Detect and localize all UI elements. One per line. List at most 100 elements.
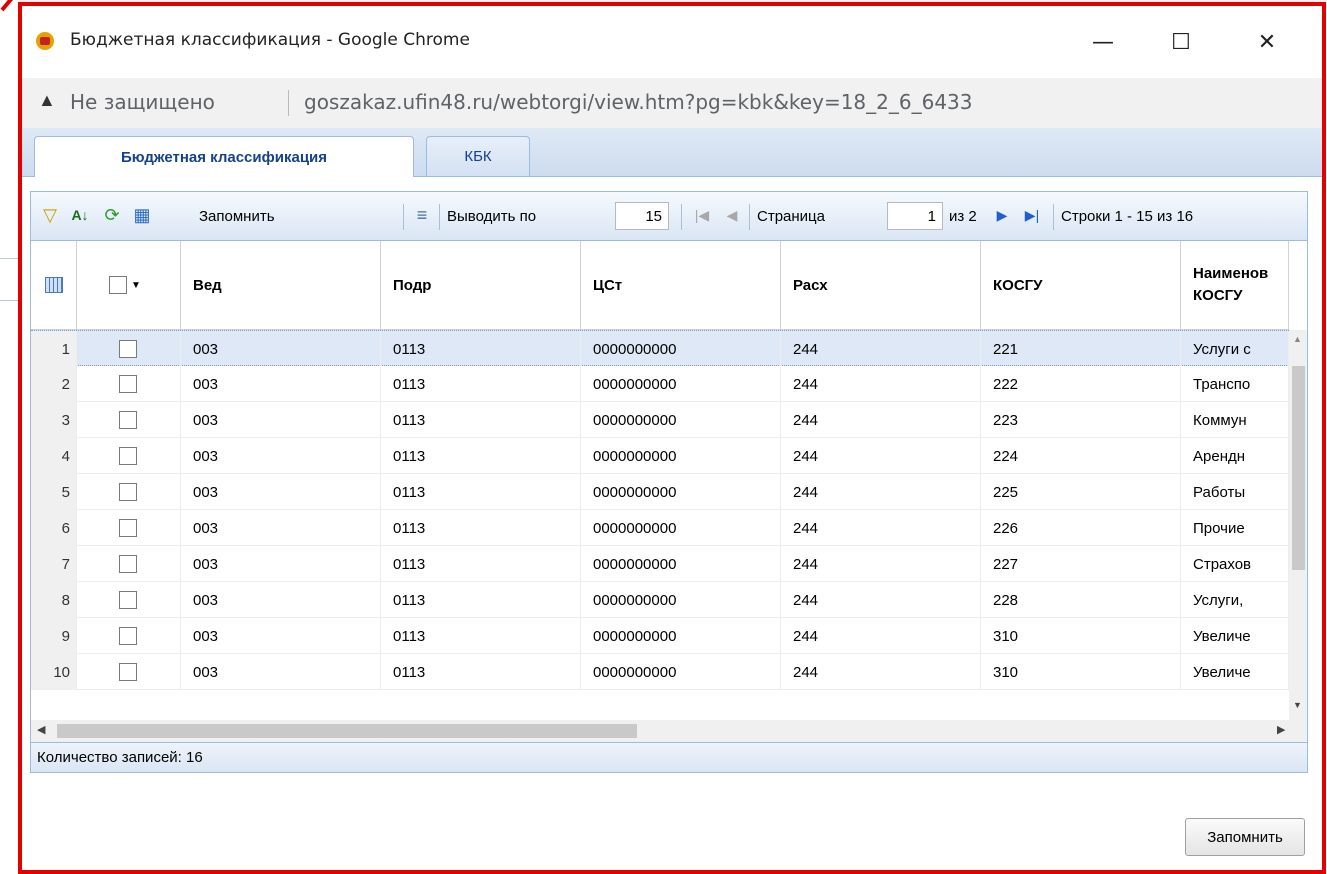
table-cell: 244 xyxy=(781,474,981,510)
row-checkbox[interactable] xyxy=(77,654,181,690)
scroll-right-icon[interactable]: ▶ xyxy=(1277,723,1285,736)
row-number: 4 xyxy=(31,438,77,474)
row-checkbox[interactable] xyxy=(77,331,181,367)
grid-panel: ▽ A↓ ⟳ ▦ Запомнить ≡ Выводить по 15 |◀ ◀… xyxy=(30,191,1308,773)
table-cell: 244 xyxy=(781,331,981,367)
vertical-scrollbar[interactable]: ▲ ▼ xyxy=(1289,330,1307,720)
row-checkbox[interactable] xyxy=(77,510,181,546)
column-header[interactable]: КОСГУ xyxy=(981,241,1181,329)
address-bar[interactable]: ▲ Не защищено goszakaz.ufin48.ru/webtorg… xyxy=(22,78,1322,129)
checkbox-icon[interactable] xyxy=(119,447,137,465)
table-row[interactable]: 8 003 0113 0000000000 244 228 Услуги, xyxy=(31,582,1289,618)
table-cell: 0113 xyxy=(381,438,581,474)
table-cell: Увеличе xyxy=(1181,654,1289,690)
row-checkbox[interactable] xyxy=(77,438,181,474)
table-row[interactable]: 5 003 0113 0000000000 244 225 Работы xyxy=(31,474,1289,510)
last-page-icon[interactable]: ▶| xyxy=(1021,204,1043,226)
save-button[interactable]: Запомнить xyxy=(1185,818,1305,856)
export-icon[interactable]: ≡ xyxy=(411,204,433,226)
checkbox-icon[interactable] xyxy=(119,411,137,429)
row-number: 9 xyxy=(31,618,77,654)
scroll-left-icon[interactable]: ◀ xyxy=(37,723,45,736)
scroll-down-icon[interactable]: ▼ xyxy=(1293,700,1302,710)
column-header[interactable]: Расх xyxy=(781,241,981,329)
column-header[interactable]: Вед xyxy=(181,241,381,329)
filter-icon[interactable]: ▽ xyxy=(39,204,61,226)
row-checkbox[interactable] xyxy=(77,474,181,510)
table-cell: Арендн xyxy=(1181,438,1289,474)
table-cell: 225 xyxy=(981,474,1181,510)
table-cell: 0113 xyxy=(381,618,581,654)
url-text[interactable]: goszakaz.ufin48.ru/webtorgi/view.htm?pg=… xyxy=(304,90,973,114)
table-row[interactable]: 1 003 0113 0000000000 244 221 Услуги с xyxy=(31,330,1289,367)
row-checkbox[interactable] xyxy=(77,402,181,438)
minimize-button[interactable]: — xyxy=(1080,20,1126,64)
refresh-icon[interactable]: ⟳ xyxy=(101,204,123,226)
table-cell: 244 xyxy=(781,654,981,690)
maximize-button[interactable]: ☐ xyxy=(1158,20,1204,64)
table-cell: 003 xyxy=(181,366,381,402)
table-cell: 244 xyxy=(781,510,981,546)
table-cell: 0113 xyxy=(381,654,581,690)
checkbox-icon[interactable] xyxy=(119,591,137,609)
table-row[interactable]: 2 003 0113 0000000000 244 222 Транспо xyxy=(31,366,1289,402)
table-row[interactable]: 10 003 0113 0000000000 244 310 Увеличе xyxy=(31,654,1289,690)
table-cell: 310 xyxy=(981,654,1181,690)
table-row[interactable]: 6 003 0113 0000000000 244 226 Прочие xyxy=(31,510,1289,546)
address-divider xyxy=(288,90,289,116)
tab-strip: Бюджетная классификация КБК xyxy=(22,128,1322,177)
toolbar-separator xyxy=(439,204,440,230)
row-checkbox[interactable] xyxy=(77,546,181,582)
table-cell: 0113 xyxy=(381,510,581,546)
table-cell: 003 xyxy=(181,510,381,546)
sort-icon[interactable]: A↓ xyxy=(69,204,91,226)
row-checkbox[interactable] xyxy=(77,582,181,618)
row-number: 1 xyxy=(31,331,77,367)
per-page-input[interactable]: 15 xyxy=(615,202,669,230)
column-header[interactable]: Подр xyxy=(381,241,581,329)
table-cell: 003 xyxy=(181,474,381,510)
table-cell: 0000000000 xyxy=(581,331,781,367)
column-header[interactable]: Наименов КОСГУ xyxy=(1181,241,1289,329)
table-cell: 0000000000 xyxy=(581,474,781,510)
row-checkbox[interactable] xyxy=(77,366,181,402)
table-cell: 0000000000 xyxy=(581,618,781,654)
vertical-scroll-thumb[interactable] xyxy=(1292,366,1305,570)
column-header[interactable]: ЦСт xyxy=(581,241,781,329)
table-row[interactable]: 3 003 0113 0000000000 244 223 Коммун xyxy=(31,402,1289,438)
select-all-checkbox[interactable]: ▼ xyxy=(77,241,181,329)
horizontal-scroll-thumb[interactable] xyxy=(57,724,637,738)
first-page-icon[interactable]: |◀ xyxy=(691,204,713,226)
table-row[interactable]: 9 003 0113 0000000000 244 310 Увеличе xyxy=(31,618,1289,654)
row-number: 5 xyxy=(31,474,77,510)
page-input[interactable]: 1 xyxy=(887,202,943,230)
toolbar-separator xyxy=(403,204,404,230)
table-cell: 0113 xyxy=(381,402,581,438)
close-button[interactable]: ✕ xyxy=(1244,20,1290,64)
checkbox-icon[interactable] xyxy=(119,555,137,573)
checkbox-icon[interactable] xyxy=(119,627,137,645)
security-status[interactable]: Не защищено xyxy=(70,90,215,114)
columns-icon[interactable]: ▦ xyxy=(131,204,153,226)
next-page-icon[interactable]: ▶ xyxy=(991,204,1013,226)
checkbox-icon[interactable] xyxy=(119,483,137,501)
tab-budget-classification[interactable]: Бюджетная классификация xyxy=(34,136,414,177)
table-cell: Коммун xyxy=(1181,402,1289,438)
checkbox-icon[interactable] xyxy=(119,663,137,681)
tab-kbk[interactable]: КБК xyxy=(426,136,530,176)
checkbox-icon[interactable] xyxy=(119,375,137,393)
table-row[interactable]: 7 003 0113 0000000000 244 227 Страхов xyxy=(31,546,1289,582)
checkbox-icon[interactable] xyxy=(119,340,137,358)
scroll-up-icon[interactable]: ▲ xyxy=(1293,334,1302,344)
table-cell: 244 xyxy=(781,546,981,582)
grid-menu-icon[interactable] xyxy=(31,241,77,329)
checkbox-icon[interactable] xyxy=(119,519,137,537)
prev-page-icon[interactable]: ◀ xyxy=(721,204,743,226)
row-checkbox[interactable] xyxy=(77,618,181,654)
warning-icon[interactable]: ▲ xyxy=(38,90,56,111)
table-row[interactable]: 4 003 0113 0000000000 244 224 Арендн xyxy=(31,438,1289,474)
horizontal-scrollbar[interactable]: ◀ ▶ xyxy=(31,720,1307,742)
table-cell: 310 xyxy=(981,618,1181,654)
remember-toolbar-button[interactable]: Запомнить xyxy=(199,208,275,225)
grid-body: 1 003 0113 0000000000 244 221 Услуги с 2 003 0113… xyxy=(31,330,1289,720)
